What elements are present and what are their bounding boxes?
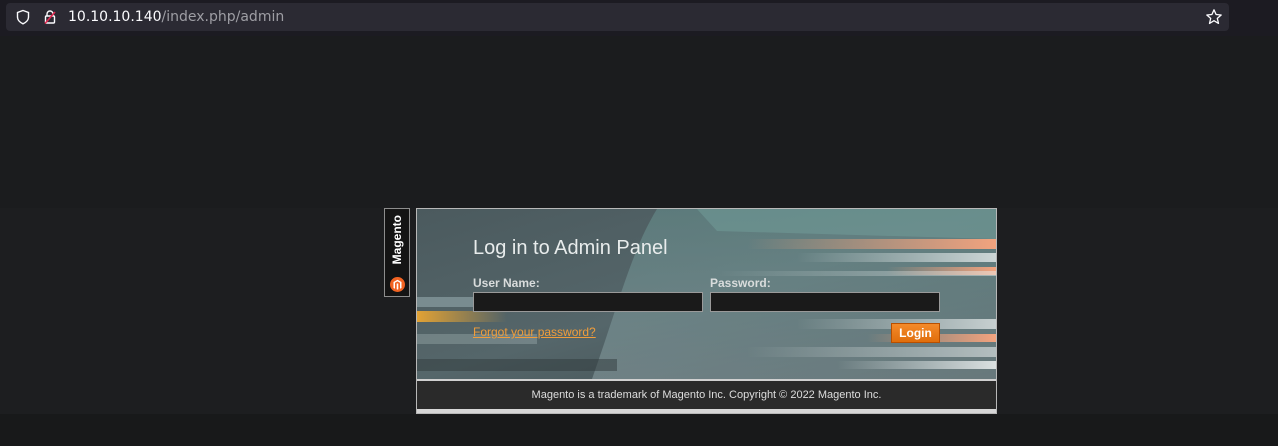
url-text[interactable]: 10.10.10.140/index.php/admin xyxy=(68,9,284,25)
login-button[interactable]: Login xyxy=(891,323,940,343)
username-label: User Name: xyxy=(473,276,540,290)
password-input[interactable] xyxy=(710,292,940,312)
password-label: Password: xyxy=(710,276,771,290)
magento-side-tab: Magento xyxy=(384,208,410,297)
page-header-area xyxy=(0,36,1278,208)
login-panel: Log in to Admin Panel User Name: Passwor… xyxy=(416,208,997,414)
star-icon[interactable] xyxy=(1205,8,1223,26)
forgot-password-link[interactable]: Forgot your password? xyxy=(473,325,596,339)
shield-icon[interactable] xyxy=(15,9,31,25)
url-path: /index.php/admin xyxy=(161,9,285,25)
magento-brand-text: Magento xyxy=(390,215,404,265)
page-footer-area xyxy=(0,414,1278,446)
login-title: Log in to Admin Panel xyxy=(473,237,668,259)
magento-logo-icon xyxy=(390,277,405,292)
footer-bottom-border xyxy=(417,409,996,413)
browser-toolbar: 10.10.10.140/index.php/admin xyxy=(0,0,1278,36)
lock-icon[interactable] xyxy=(42,9,58,25)
copyright-footer: Magento is a trademark of Magento Inc. C… xyxy=(417,381,996,409)
url-host: 10.10.10.140 xyxy=(68,9,162,25)
url-bar[interactable]: 10.10.10.140/index.php/admin xyxy=(6,3,1229,31)
username-input[interactable] xyxy=(473,292,703,312)
